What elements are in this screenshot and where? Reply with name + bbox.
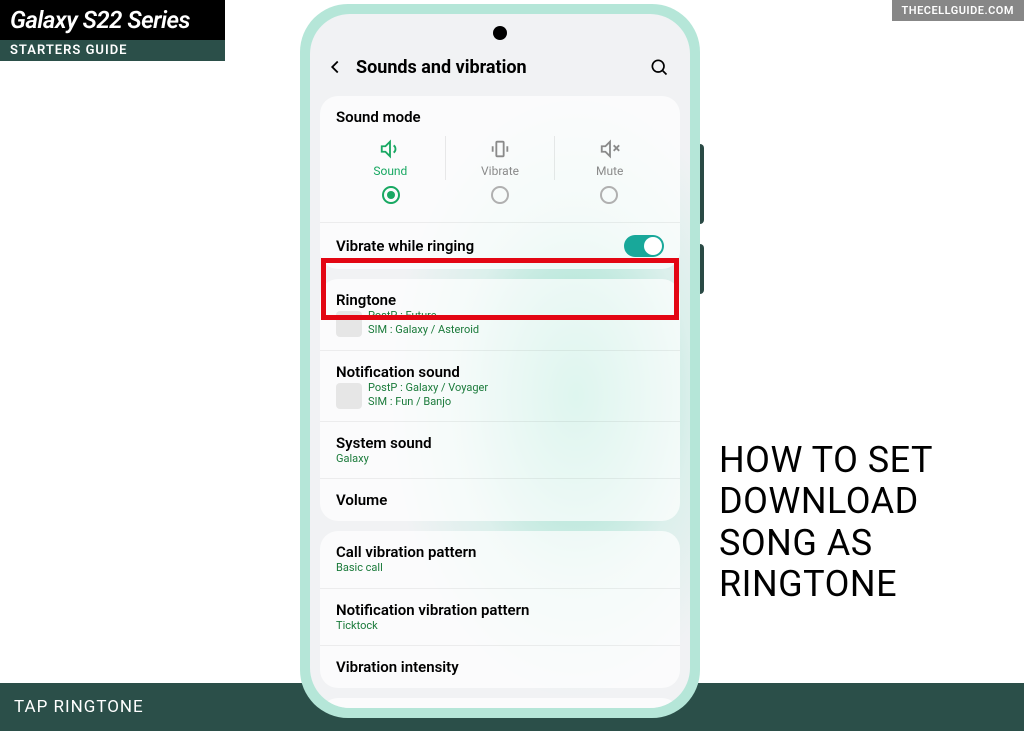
- sim-chip-icon: [336, 311, 362, 337]
- sim-chip-icon: [336, 383, 362, 409]
- mode-label: Mute: [596, 164, 623, 178]
- call-vib-sub: Basic call: [336, 561, 664, 575]
- section-sound-mode: Sound mode Sound Vibrate Mute: [320, 96, 680, 269]
- mode-option-mute[interactable]: Mute: [554, 136, 664, 180]
- notif-vib-sub: Ticktock: [336, 619, 664, 633]
- mode-option-sound[interactable]: Sound: [336, 136, 445, 180]
- howto-line: SONG AS: [719, 523, 984, 564]
- radio-sound[interactable]: [382, 186, 400, 204]
- row-notification-vibration[interactable]: Notification vibration pattern Ticktock: [320, 588, 680, 645]
- row-call-vibration[interactable]: Call vibration pattern Basic call: [320, 531, 680, 587]
- row-volume[interactable]: Volume: [320, 478, 680, 521]
- search-icon: [649, 57, 669, 77]
- row-title: Vibrate while ringing: [336, 237, 624, 255]
- phone-mockup: Sounds and vibration Sound mode Sound: [300, 4, 700, 718]
- toggle-vibrate-ringing[interactable]: [624, 235, 664, 257]
- notif-sim2: SIM : Fun / Banjo: [368, 395, 488, 409]
- notif-vib-title: Notification vibration pattern: [336, 601, 664, 619]
- section-sounds: Ringtone PostP : Future SIM : Galaxy / A…: [320, 279, 680, 521]
- mute-icon: [599, 138, 621, 160]
- call-vib-title: Call vibration pattern: [336, 543, 664, 561]
- system-sound-sub: Galaxy: [336, 452, 664, 466]
- howto-line: HOW TO SET: [719, 440, 984, 481]
- sound-mode-label: Sound mode: [336, 108, 664, 126]
- ringtone-sim1: PostP : Future: [368, 309, 479, 323]
- radio-mute[interactable]: [600, 186, 618, 204]
- mode-label: Vibrate: [481, 164, 519, 178]
- badge-block: Galaxy S22 Series STARTERS GUIDE: [0, 0, 225, 61]
- caption-text: TAP RINGTONE: [14, 697, 144, 717]
- mode-option-vibrate[interactable]: Vibrate: [445, 136, 555, 180]
- ringtone-sim2: SIM : Galaxy / Asteroid: [368, 323, 479, 337]
- row-vibration-intensity[interactable]: Vibration intensity: [320, 645, 680, 688]
- chevron-left-icon: [324, 56, 346, 78]
- sound-icon: [379, 138, 401, 160]
- page-title: Sounds and vibration: [356, 57, 644, 78]
- starters-guide-badge: STARTERS GUIDE: [0, 40, 225, 61]
- notif-sim1: PostP : Galaxy / Voyager: [368, 381, 488, 395]
- watermark: THECELLGUIDE.COM: [892, 0, 1024, 21]
- howto-line: DOWNLOAD: [719, 481, 984, 522]
- radio-vibrate[interactable]: [491, 186, 509, 204]
- series-badge: Galaxy S22 Series: [0, 0, 225, 40]
- row-vibrate-while-ringing[interactable]: Vibrate while ringing: [320, 222, 680, 269]
- power-button-mock: [700, 244, 704, 294]
- row-ringtone[interactable]: Ringtone PostP : Future SIM : Galaxy / A…: [320, 279, 680, 350]
- search-button[interactable]: [644, 52, 674, 82]
- howto-title: HOW TO SET DOWNLOAD SONG AS RINGTONE: [719, 440, 984, 606]
- header-bar: Sounds and vibration: [310, 46, 690, 96]
- row-system-sound[interactable]: System sound Galaxy: [320, 421, 680, 478]
- volume-title: Volume: [336, 491, 664, 509]
- vibrate-icon: [489, 138, 511, 160]
- row-system-sound-vibration-control[interactable]: System sound/vibration control Control t…: [320, 698, 680, 708]
- section-system-control: System sound/vibration control Control t…: [320, 698, 680, 708]
- vib-intensity-title: Vibration intensity: [336, 658, 664, 676]
- phone-screen: Sounds and vibration Sound mode Sound: [310, 14, 690, 708]
- camera-hole: [493, 26, 507, 40]
- notif-sound-title: Notification sound: [336, 363, 664, 381]
- ringtone-title: Ringtone: [336, 291, 664, 309]
- row-notification-sound[interactable]: Notification sound PostP : Galaxy / Voya…: [320, 350, 680, 422]
- system-sound-title: System sound: [336, 434, 664, 452]
- section-vibration: Call vibration pattern Basic call Notifi…: [320, 531, 680, 688]
- mode-label: Sound: [373, 164, 407, 178]
- back-button[interactable]: [318, 50, 352, 84]
- howto-line: RINGTONE: [719, 564, 984, 605]
